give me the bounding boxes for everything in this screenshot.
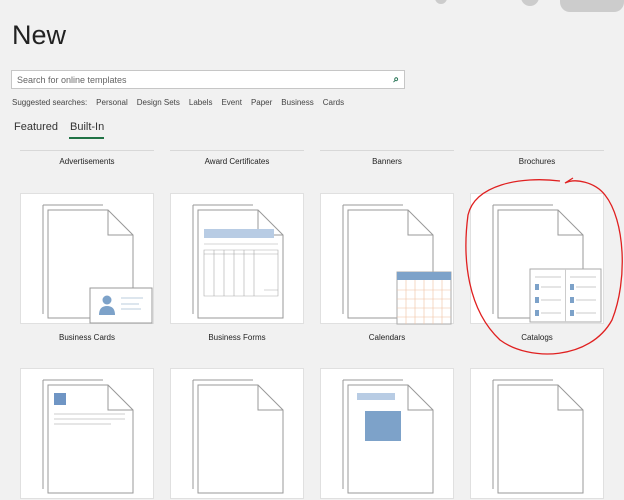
suggested-link[interactable]: Cards — [323, 98, 344, 107]
suggested-label: Suggested searches: — [12, 98, 88, 107]
search-input[interactable]: Search for online templates ⌕ — [11, 70, 405, 89]
document-icon — [42, 204, 153, 324]
template-advertisements[interactable]: Advertisements — [20, 157, 154, 166]
search-icon[interactable]: ⌕ — [393, 74, 399, 85]
suggested-link[interactable]: Event — [221, 98, 241, 107]
suggested-link[interactable]: Paper — [251, 98, 272, 107]
page-title: New — [12, 20, 67, 50]
suggested-link[interactable]: Business — [281, 98, 313, 107]
tile-business-cards[interactable] — [20, 193, 154, 324]
suggested-searches: Suggested searches: Personal Design Sets… — [12, 98, 344, 107]
tile-edge — [170, 150, 304, 151]
window-decoration-icon — [435, 0, 624, 12]
tile-template[interactable] — [470, 368, 604, 499]
menu-icon — [42, 379, 134, 494]
tile-business-forms[interactable] — [170, 193, 304, 324]
suggested-link[interactable]: Design Sets — [137, 98, 180, 107]
suggested-link[interactable]: Labels — [189, 98, 213, 107]
template-business-cards[interactable]: Business Cards — [20, 333, 154, 342]
tile-edge — [320, 150, 454, 151]
tile-edge — [20, 150, 154, 151]
catalog-icon — [492, 204, 602, 323]
tile-template[interactable] — [170, 368, 304, 499]
tile-catalogs[interactable] — [470, 193, 604, 324]
document-icon — [492, 379, 584, 494]
template-banners[interactable]: Banners — [320, 157, 454, 166]
tile-calendars[interactable] — [320, 193, 454, 325]
search-placeholder: Search for online templates — [17, 74, 127, 85]
template-business-forms[interactable]: Business Forms — [170, 333, 304, 342]
tile-menu[interactable] — [20, 368, 154, 499]
tile-edge — [470, 150, 604, 151]
video-icon — [342, 379, 434, 494]
suggested-link[interactable]: Personal — [96, 98, 128, 107]
calendar-icon — [342, 204, 452, 325]
tab-featured[interactable]: Featured — [14, 121, 58, 133]
document-icon — [192, 379, 284, 494]
template-calendars[interactable]: Calendars — [320, 333, 454, 342]
active-tab-indicator — [69, 137, 104, 139]
tab-built-in[interactable]: Built-In — [70, 121, 104, 133]
template-catalogs[interactable]: Catalogs — [470, 333, 604, 342]
form-icon — [192, 204, 284, 319]
template-award-certificates[interactable]: Award Certificates — [170, 157, 304, 166]
template-brochures[interactable]: Brochures — [470, 157, 604, 166]
tile-template[interactable] — [320, 368, 454, 499]
